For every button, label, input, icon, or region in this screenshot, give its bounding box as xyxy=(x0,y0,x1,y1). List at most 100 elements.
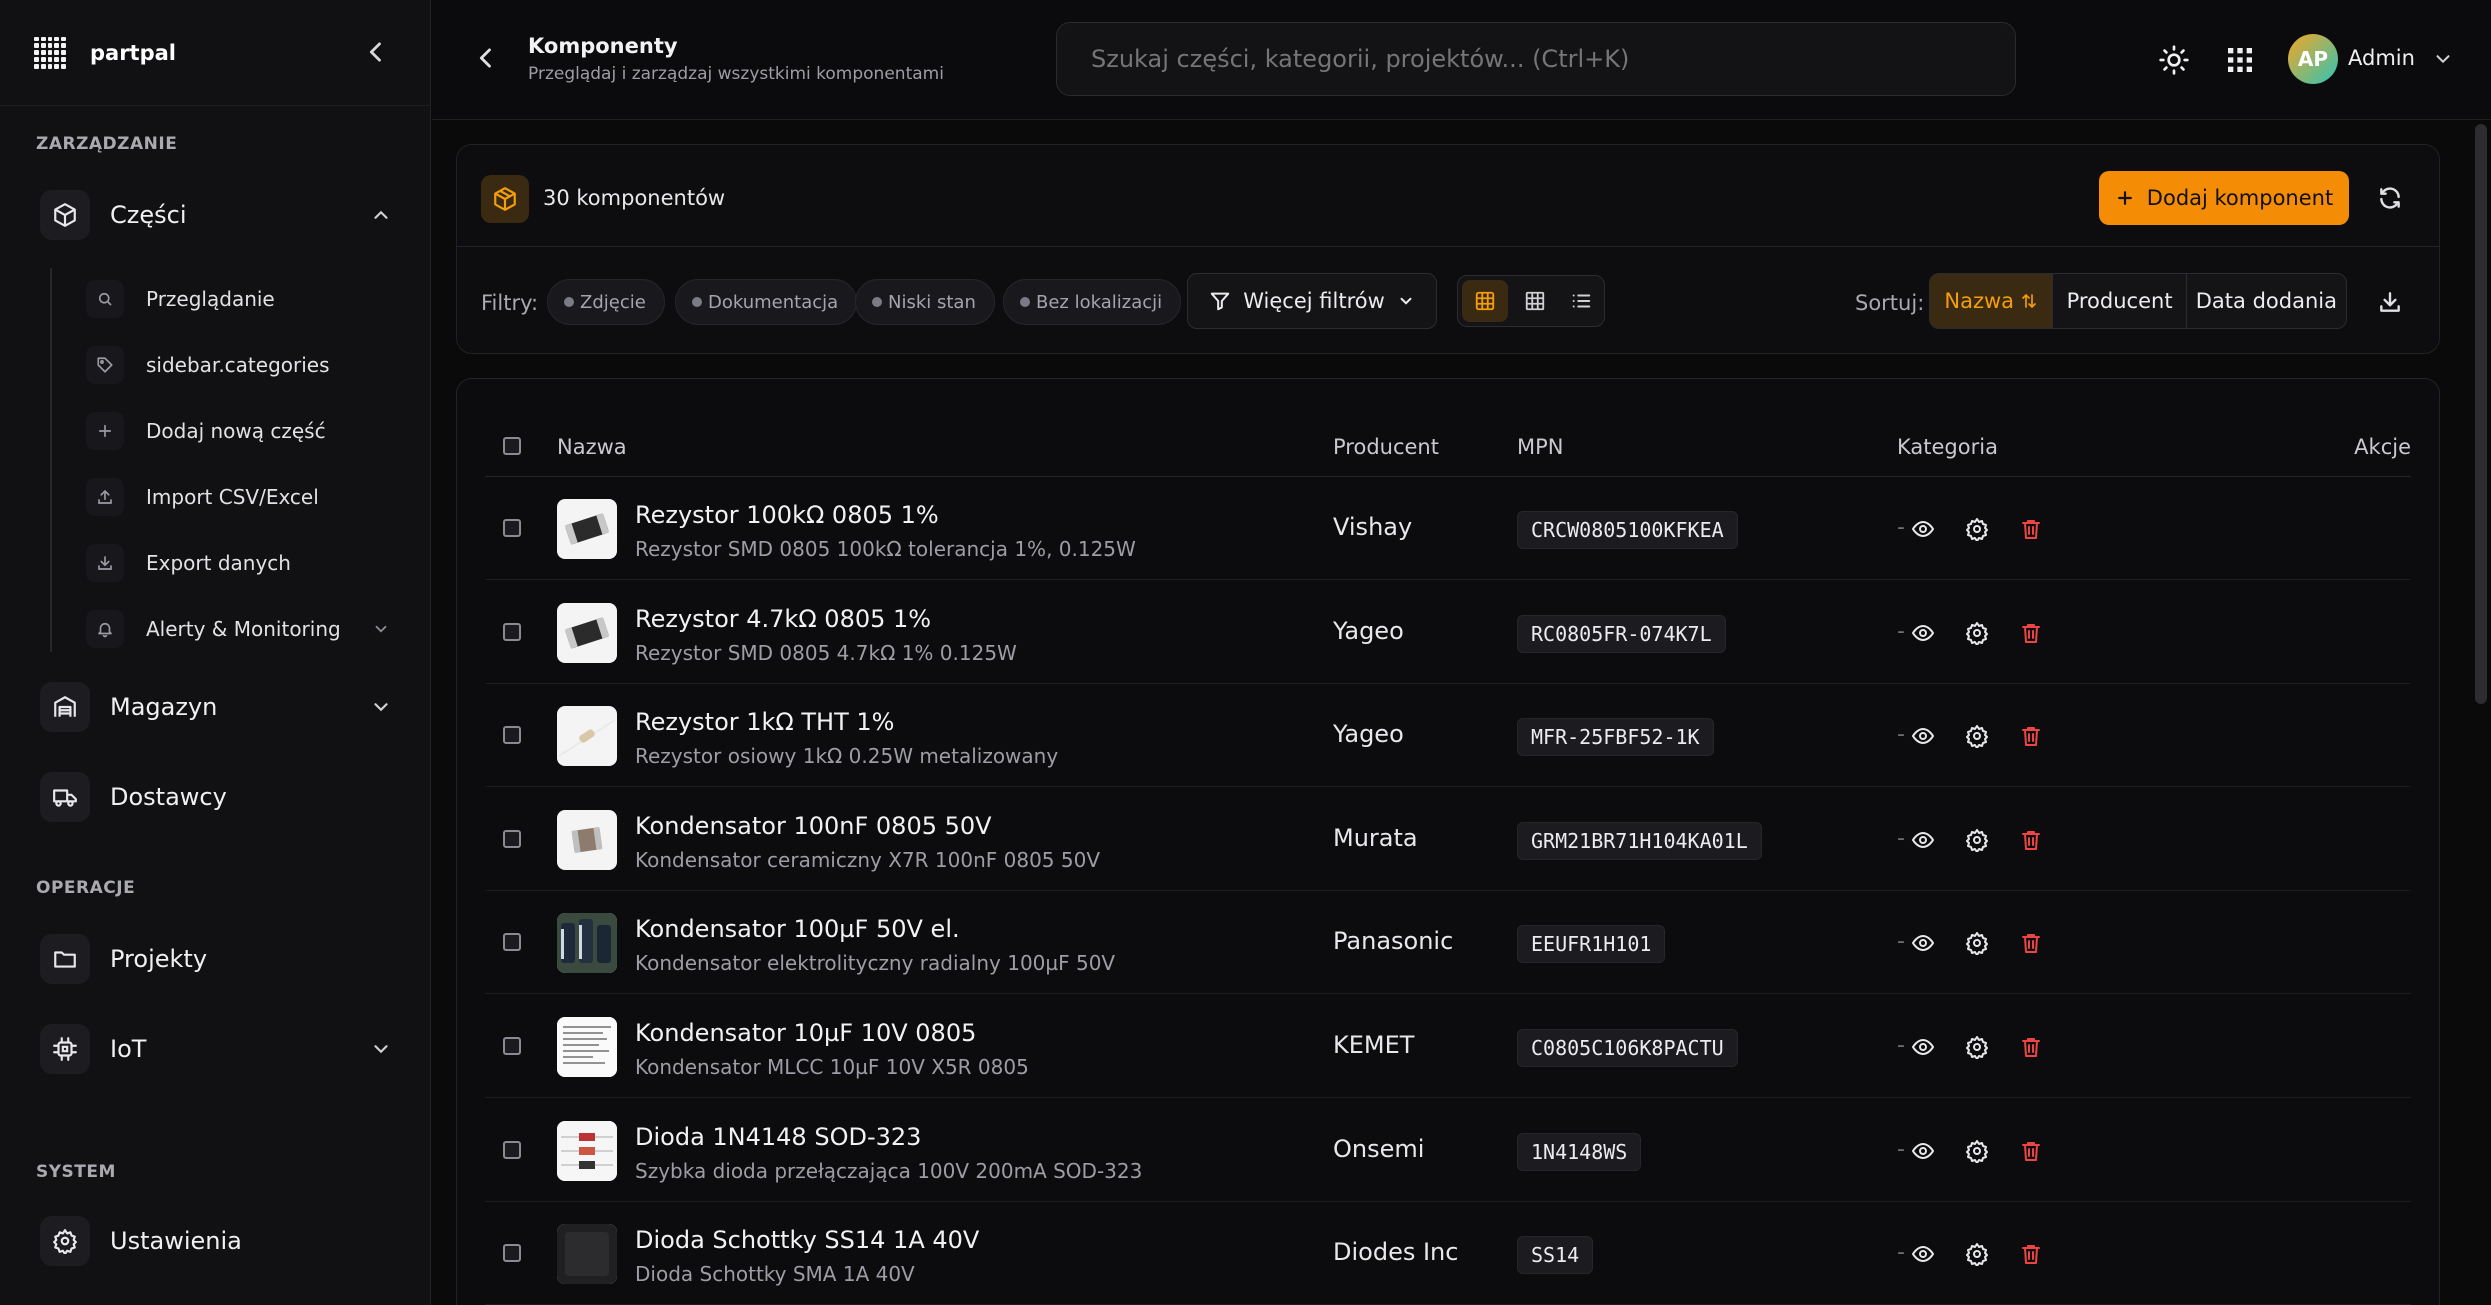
gear-icon[interactable] xyxy=(1965,931,1989,956)
column-header-mpn[interactable]: MPN xyxy=(1517,435,1564,459)
filter-chip-photo[interactable]: Zdjęcie xyxy=(547,279,665,325)
table-row[interactable]: Rezystor 1kΩ THT 1% Rezystor osiowy 1kΩ … xyxy=(485,684,2411,788)
sidebar-subitem-browse[interactable]: Przeglądanie xyxy=(86,272,390,326)
component-thumbnail[interactable] xyxy=(557,602,617,663)
row-checkbox[interactable] xyxy=(503,519,521,537)
component-name[interactable]: Dioda 1N4148 SOD-323 xyxy=(635,1123,921,1151)
column-header-manufacturer[interactable]: Producent xyxy=(1333,435,1439,459)
component-thumbnail[interactable] xyxy=(557,706,617,767)
gear-icon[interactable] xyxy=(1965,1139,1989,1163)
table-row[interactable]: Dioda Schottky SS14 1A 40V Dioda Schottk… xyxy=(485,1202,2411,1305)
table-row[interactable]: Kondensator 100nF 0805 50V Kondensator c… xyxy=(485,788,2411,891)
gear-icon[interactable] xyxy=(1965,828,1989,852)
trash-icon[interactable] xyxy=(2019,828,2043,852)
view-eye-icon[interactable] xyxy=(1911,1139,1935,1163)
theme-toggle-sun-icon[interactable] xyxy=(2158,44,2190,76)
trash-icon[interactable] xyxy=(2019,621,2043,645)
chevron-down-icon[interactable] xyxy=(2432,48,2454,70)
sidebar-item-warehouse[interactable]: Magazyn xyxy=(40,676,392,738)
sidebar-subitem-export[interactable]: Export danych xyxy=(86,536,390,590)
table-row[interactable]: Rezystor 4.7kΩ 0805 1% Rezystor SMD 0805… xyxy=(485,581,2411,684)
trash-icon[interactable] xyxy=(2019,1242,2043,1266)
trash-icon[interactable] xyxy=(2019,517,2043,541)
chevron-up-icon[interactable] xyxy=(370,204,392,226)
gear-icon[interactable] xyxy=(1965,517,1989,541)
row-checkbox[interactable] xyxy=(503,1037,521,1055)
chevron-down-icon[interactable] xyxy=(370,696,392,718)
view-eye-icon[interactable] xyxy=(1911,517,1935,541)
column-header-category[interactable]: Kategoria xyxy=(1897,435,1998,459)
trash-icon[interactable] xyxy=(2019,1035,2043,1059)
page-scrollbar[interactable] xyxy=(2475,124,2487,704)
component-name[interactable]: Rezystor 4.7kΩ 0805 1% xyxy=(635,605,931,633)
column-header-name[interactable]: Nazwa xyxy=(557,435,627,459)
sidebar-subitem-add-part[interactable]: Dodaj nową część xyxy=(86,404,390,458)
select-all-checkbox[interactable] xyxy=(503,437,521,455)
view-list-button[interactable] xyxy=(1558,276,1604,326)
sort-by-name-button[interactable]: Nazwa xyxy=(1930,274,2054,328)
refresh-icon[interactable] xyxy=(2377,185,2403,211)
component-thumbnail[interactable] xyxy=(557,499,617,559)
sidebar-item-suppliers[interactable]: Dostawcy xyxy=(40,766,392,828)
view-eye-icon[interactable] xyxy=(1911,931,1935,955)
view-grid-button[interactable] xyxy=(1512,276,1558,326)
back-arrow-icon[interactable] xyxy=(472,44,500,72)
download-icon[interactable] xyxy=(2377,289,2403,315)
filter-chip-documentation[interactable]: Dokumentacja xyxy=(675,279,858,325)
component-name[interactable]: Kondensator 10µF 10V 0805 xyxy=(635,1019,976,1047)
view-eye-icon[interactable] xyxy=(1911,724,1935,748)
row-checkbox[interactable] xyxy=(503,829,521,848)
row-checkbox[interactable] xyxy=(503,726,521,745)
trash-icon[interactable] xyxy=(2019,724,2043,748)
component-name[interactable]: Rezystor 1kΩ THT 1% xyxy=(635,708,894,736)
row-checkbox[interactable] xyxy=(503,622,521,641)
trash-icon[interactable] xyxy=(2019,931,2043,955)
filter-chip-low-stock[interactable]: Niski stan xyxy=(855,279,995,325)
add-component-button[interactable]: Dodaj komponent xyxy=(2099,171,2349,225)
component-name[interactable]: Rezystor 100kΩ 0805 1% xyxy=(635,501,939,529)
sidebar-item-parts[interactable]: Części xyxy=(40,184,392,246)
component-thumbnail[interactable] xyxy=(557,1017,617,1077)
row-checkbox[interactable] xyxy=(503,933,521,952)
gear-icon[interactable] xyxy=(1965,724,1989,749)
table-row[interactable]: Kondensator 10µF 10V 0805 Kondensator ML… xyxy=(485,995,2411,1098)
sidebar-subitem-import[interactable]: Import CSV/Excel xyxy=(86,470,390,524)
gear-icon[interactable] xyxy=(1965,1242,1989,1267)
sidebar-subitem-categories[interactable]: sidebar.categories xyxy=(86,338,390,392)
table-row[interactable]: Dioda 1N4148 SOD-323 Szybka dioda przełą… xyxy=(485,1099,2411,1202)
sidebar-item-projects[interactable]: Projekty xyxy=(40,928,392,990)
view-eye-icon[interactable] xyxy=(1911,1035,1935,1059)
global-search-input[interactable] xyxy=(1056,22,2016,96)
component-name[interactable]: Dioda Schottky SS14 1A 40V xyxy=(635,1226,979,1254)
table-row[interactable]: Rezystor 100kΩ 0805 1% Rezystor SMD 0805… xyxy=(485,477,2411,580)
gear-icon[interactable] xyxy=(1965,1035,1989,1059)
sort-by-manufacturer-button[interactable]: Producent xyxy=(2053,274,2187,328)
view-table-button[interactable] xyxy=(1462,280,1508,322)
collapse-sidebar-icon[interactable] xyxy=(362,38,390,66)
view-eye-icon[interactable] xyxy=(1911,1242,1935,1266)
component-thumbnail[interactable] xyxy=(557,809,617,870)
apps-grid-icon[interactable] xyxy=(2224,44,2256,76)
sidebar-subitem-alerts[interactable]: Alerty & Monitoring xyxy=(86,602,390,656)
component-name[interactable]: Kondensator 100µF 50V el. xyxy=(635,915,960,943)
table-row[interactable]: Kondensator 100µF 50V el. Kondensator el… xyxy=(485,891,2411,995)
gear-icon[interactable] xyxy=(1965,621,1989,645)
component-thumbnail[interactable] xyxy=(557,1224,617,1285)
sidebar-item-iot[interactable]: IoT xyxy=(40,1018,392,1080)
view-eye-icon[interactable] xyxy=(1911,828,1935,852)
sort-by-date-button[interactable]: Data dodania xyxy=(2187,274,2346,328)
chevron-down-icon[interactable] xyxy=(370,1038,392,1060)
component-thumbnail[interactable] xyxy=(557,1120,617,1181)
view-eye-icon[interactable] xyxy=(1911,621,1935,645)
user-avatar[interactable]: AP xyxy=(2288,34,2338,84)
row-checkbox[interactable] xyxy=(503,1244,521,1263)
component-name[interactable]: Kondensator 100nF 0805 50V xyxy=(635,812,992,840)
sidebar-item-settings[interactable]: Ustawienia xyxy=(40,1210,392,1272)
user-name[interactable]: Admin xyxy=(2348,46,2415,70)
row-checkbox[interactable] xyxy=(503,1140,521,1159)
trash-icon[interactable] xyxy=(2019,1139,2043,1163)
component-thumbnail[interactable] xyxy=(557,913,617,974)
more-filters-button[interactable]: Więcej filtrów xyxy=(1187,273,1437,329)
filter-chip-no-location[interactable]: Bez lokalizacji xyxy=(1003,279,1182,325)
chevron-down-icon[interactable] xyxy=(372,620,390,638)
